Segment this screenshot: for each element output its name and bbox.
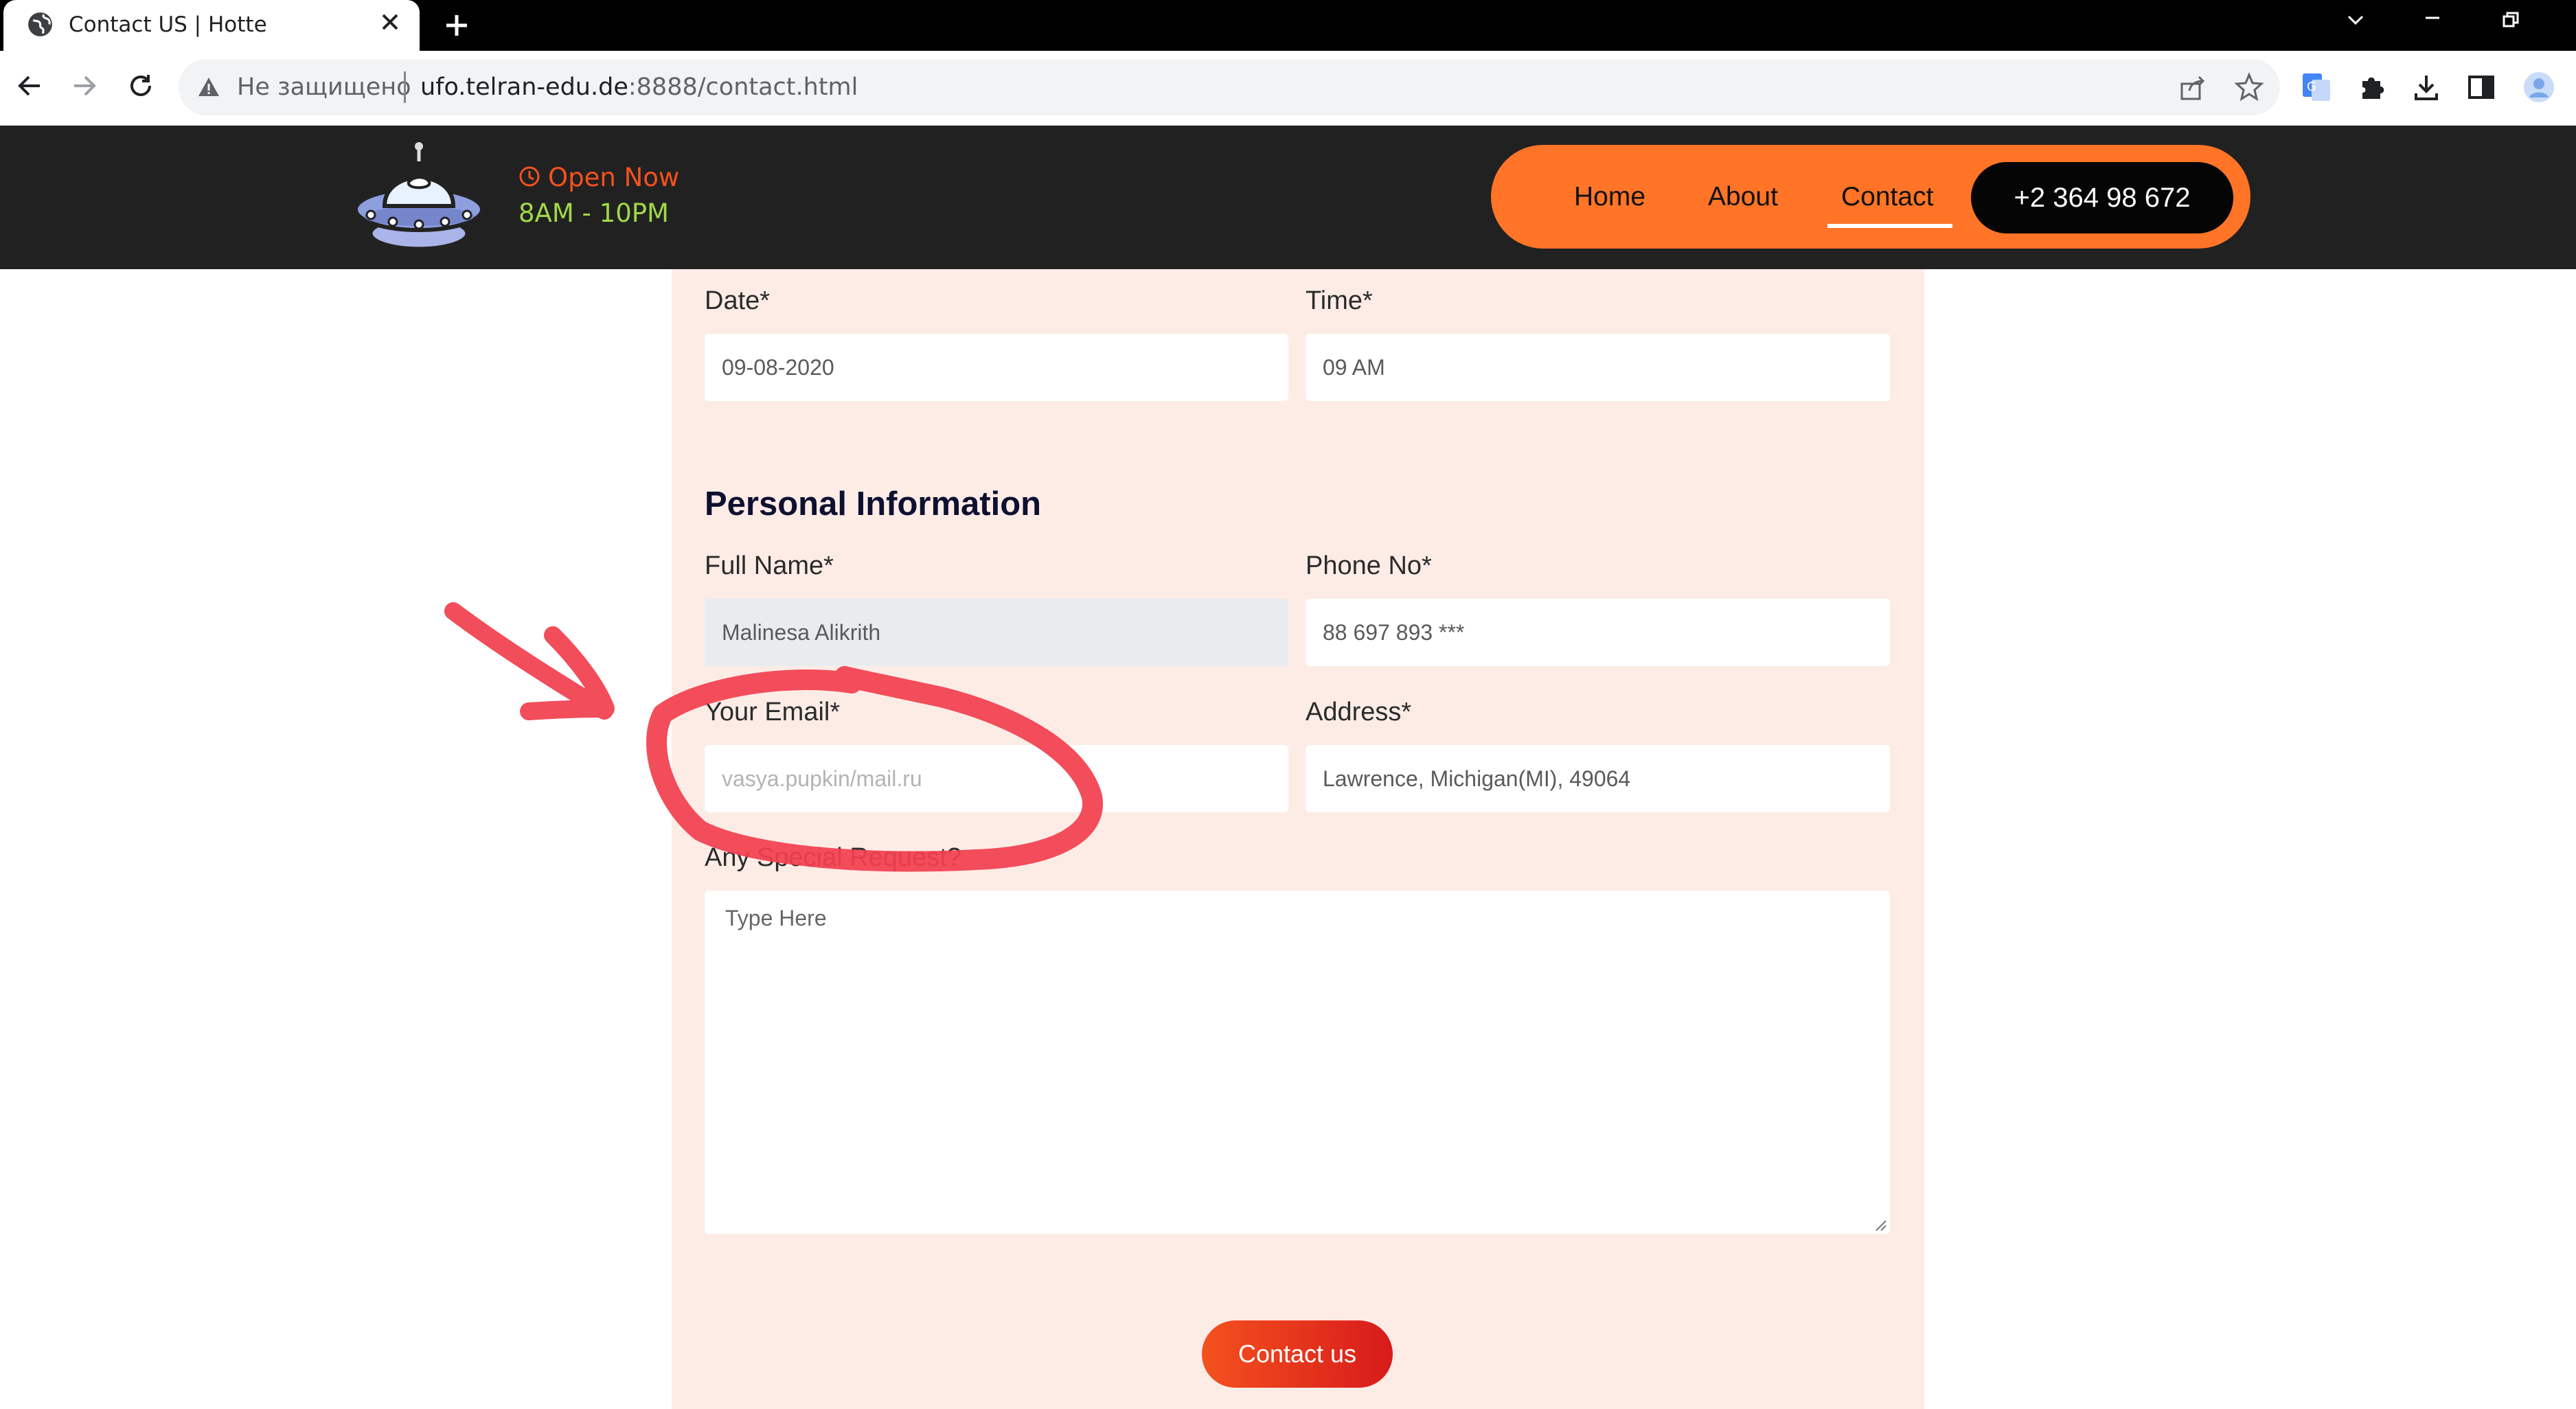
time-input[interactable]: 09 AM — [1306, 334, 1890, 401]
chevron-down-icon[interactable] — [2335, 0, 2376, 41]
date-input[interactable]: 09-08-2020 — [705, 334, 1288, 401]
download-icon[interactable] — [2410, 71, 2442, 103]
forward-icon[interactable] — [67, 69, 102, 103]
full-name-label: Full Name* — [705, 551, 834, 580]
reload-icon[interactable] — [124, 69, 158, 103]
address-label: Address* — [1306, 698, 1412, 726]
clock-icon — [519, 166, 540, 187]
open-status: Open Now — [548, 163, 680, 192]
special-request-textarea[interactable]: Type Here — [705, 891, 1890, 1234]
translate-icon[interactable]: G — [2301, 71, 2332, 103]
plus-icon[interactable] — [440, 8, 474, 43]
security-status[interactable]: Не защищено — [237, 67, 411, 107]
star-icon[interactable] — [2233, 71, 2265, 103]
url-text[interactable]: ufo.telran-edu.de:8888/contact.html — [420, 67, 858, 107]
tab-title: Contact US | Hotte — [69, 12, 267, 37]
url-host: ufo.telran-edu.de — [420, 73, 628, 101]
email-input[interactable]: vasya.pupkin/mail.ru — [705, 745, 1288, 812]
date-label: Date* — [705, 286, 771, 315]
opening-hours: 8AM - 10PM — [518, 198, 669, 228]
share-icon[interactable] — [2177, 73, 2207, 103]
ufo-logo-icon[interactable] — [350, 141, 488, 254]
profile-avatar-icon[interactable] — [2522, 70, 2556, 104]
full-name-input[interactable]: Malinesa Alikrith — [705, 599, 1288, 666]
url-path: :8888/contact.html — [628, 73, 858, 101]
omnibox-divider — [404, 71, 406, 103]
annotation-arrow — [444, 602, 615, 720]
phone-button[interactable]: +2 364 98 672 — [1971, 162, 2233, 233]
nav-home-link[interactable]: Home — [1574, 179, 1645, 216]
warning-icon[interactable] — [196, 75, 221, 100]
contact-us-button[interactable]: Contact us — [1202, 1320, 1393, 1388]
email-label: Your Email* — [705, 698, 841, 726]
active-nav-underline — [1827, 224, 1952, 228]
phone-label: Phone No* — [1306, 551, 1432, 580]
restore-icon[interactable] — [2490, 0, 2531, 41]
reservation-form-panel — [672, 269, 1924, 1409]
nav-about-link[interactable]: About — [1708, 179, 1778, 216]
resize-grip-icon[interactable] — [1872, 1217, 1887, 1232]
svg-text:G: G — [2307, 80, 2316, 94]
personal-information-heading: Personal Information — [705, 485, 1042, 523]
address-input[interactable]: Lawrence, Michigan(MI), 49064 — [1306, 745, 1890, 812]
special-request-label: Any Special Request? — [705, 843, 961, 872]
close-icon[interactable] — [376, 8, 404, 36]
side-panel-icon[interactable] — [2465, 71, 2497, 103]
time-label: Time* — [1306, 286, 1373, 315]
back-icon[interactable] — [12, 69, 47, 103]
globe-icon — [28, 12, 52, 36]
phone-input[interactable]: 88 697 893 *** — [1306, 599, 1890, 666]
minimize-icon[interactable] — [2412, 0, 2453, 41]
extensions-icon[interactable] — [2356, 71, 2387, 103]
nav-contact-link[interactable]: Contact — [1841, 179, 1933, 216]
